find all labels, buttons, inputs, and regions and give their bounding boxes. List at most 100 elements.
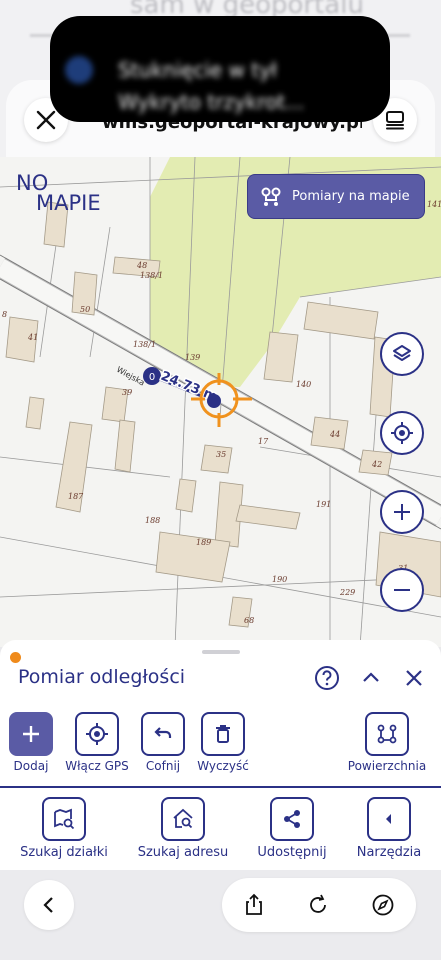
polygon-icon xyxy=(377,724,397,744)
parcel-number: 50 xyxy=(80,305,90,314)
minus-icon xyxy=(394,589,410,591)
parcel-number: 48 xyxy=(136,261,147,270)
close-icon xyxy=(406,670,422,686)
zoom-in-button[interactable] xyxy=(380,490,424,534)
browser-reload-button[interactable] xyxy=(304,891,332,919)
logo-line1: NO xyxy=(16,171,49,195)
nav-label: Szukaj adresu xyxy=(137,845,229,860)
browser-share-button[interactable] xyxy=(240,891,268,919)
browser-compass-button[interactable] xyxy=(369,891,397,919)
close-icon xyxy=(36,110,56,130)
search-address-button[interactable] xyxy=(161,797,205,841)
tools-icon xyxy=(386,814,391,824)
notification-overlay: Stuknięcie w tył Wykryto trzykrot... xyxy=(50,16,390,122)
undo-button[interactable] xyxy=(141,712,185,756)
parcel-number: 229 xyxy=(339,588,355,597)
chevron-up-icon xyxy=(363,672,379,682)
zoom-out-button[interactable] xyxy=(380,568,424,612)
help-button[interactable] xyxy=(313,664,341,692)
enable-gps-tool[interactable]: Włącz GPS xyxy=(62,712,132,773)
sheet-grabber[interactable] xyxy=(202,650,240,654)
notification-icon xyxy=(65,56,93,84)
nav-search-parcel[interactable]: Szukaj działki xyxy=(14,797,114,860)
nav-label: Udostępnij xyxy=(257,845,327,860)
close-sheet-button[interactable] xyxy=(400,664,428,692)
parcel-number: 188 xyxy=(145,516,160,525)
route-points-icon xyxy=(261,187,281,206)
browser-top-area: sam w geoportalu wms.geoportal-krajowy.p… xyxy=(0,0,441,160)
parcel-number: 189 xyxy=(196,538,211,547)
enable-gps-button[interactable] xyxy=(75,712,119,756)
parcel-number: 8 xyxy=(2,310,7,319)
address-search-icon xyxy=(173,808,193,829)
compass-icon xyxy=(372,894,394,916)
gps-icon xyxy=(86,723,108,745)
street-label: Wiejska xyxy=(115,365,146,388)
browser-back-button[interactable] xyxy=(24,880,74,930)
layers-icon xyxy=(393,345,411,361)
share-icon xyxy=(284,810,300,828)
plus-icon xyxy=(23,726,39,742)
parcel-number: 191 xyxy=(316,500,331,509)
parcel-number: 140 xyxy=(296,380,311,389)
help-icon xyxy=(315,666,339,690)
parcel-number: 35 xyxy=(216,450,226,459)
reader-mode-icon xyxy=(386,111,404,130)
share-box-icon xyxy=(246,893,262,915)
area-button[interactable] xyxy=(365,712,409,756)
collapse-button[interactable] xyxy=(357,664,385,692)
search-parcel-button[interactable] xyxy=(42,797,86,841)
add-point-tool[interactable]: Dodaj xyxy=(8,712,54,773)
no-mapie-logo: NO MAPIE xyxy=(16,171,101,215)
tool-label: Cofnij xyxy=(145,759,181,773)
tool-label: Dodaj xyxy=(13,759,49,773)
area-tool[interactable]: Powierzchnia xyxy=(344,712,430,773)
chevron-left-icon xyxy=(43,897,53,913)
nav-tools[interactable]: Narzędzia xyxy=(350,797,428,860)
reload-icon xyxy=(310,894,326,913)
browser-toolbar xyxy=(0,870,441,960)
parcel-number: 138/1 xyxy=(140,271,163,280)
parcel-number: 190 xyxy=(272,575,287,584)
undo-tool[interactable]: Cofnij xyxy=(140,712,186,773)
clear-button[interactable] xyxy=(201,712,245,756)
status-dot xyxy=(10,652,21,663)
nav-search-address[interactable]: Szukaj adresu xyxy=(133,797,233,860)
notification-title: Stuknięcie w tył xyxy=(118,58,277,82)
sheet-title: Pomiar odległości xyxy=(18,666,186,688)
parcel-number: 68 xyxy=(244,616,254,625)
measurements-on-map-button[interactable]: Pomiary na mapie xyxy=(247,174,425,219)
tools-button[interactable] xyxy=(367,797,411,841)
layers-button[interactable] xyxy=(380,332,424,376)
measurements-on-map-label: Pomiary na mapie xyxy=(292,189,410,204)
parcel-number: 39 xyxy=(122,388,132,397)
trash-icon xyxy=(216,725,230,743)
nav-share[interactable]: Udostępnij xyxy=(250,797,334,860)
my-location-button[interactable] xyxy=(380,411,424,455)
point-index-label: 0 xyxy=(149,372,155,383)
parcel-number: 187 xyxy=(68,492,84,501)
plus-icon xyxy=(394,504,410,520)
measurement-sheet: Pomiar odległości Dodaj Włącz GPS Cofnij… xyxy=(0,640,441,788)
add-point-button[interactable] xyxy=(9,712,53,756)
app-navigation: Szukaj działki Szukaj adresu Udostępnij … xyxy=(0,788,441,870)
notification-body: Wykryto trzykrot... xyxy=(118,90,305,114)
parcel-number: 44 xyxy=(329,430,340,439)
nav-label: Narzędzia xyxy=(356,845,422,860)
map-canvas[interactable]: 48 138/1 50 41 138/1 139 140 39 17 44 42… xyxy=(0,157,441,647)
parcel-number: 138/1 xyxy=(133,340,156,349)
undo-icon xyxy=(154,727,172,738)
logo-line2: MAPIE xyxy=(36,191,101,215)
share-button[interactable] xyxy=(270,797,314,841)
nav-label: Szukaj działki xyxy=(20,845,108,860)
parcel-number: 141 xyxy=(427,200,441,209)
tool-label: Powierzchnia xyxy=(347,759,427,773)
parcel-search-icon xyxy=(54,808,75,830)
parcel-number: 41 xyxy=(27,333,38,342)
location-target-icon xyxy=(391,422,413,444)
browser-actions-pill xyxy=(222,878,416,932)
map-view[interactable]: 48 138/1 50 41 138/1 139 140 39 17 44 42… xyxy=(0,157,441,647)
parcel-number: 42 xyxy=(371,460,382,469)
tool-label: Wyczyść xyxy=(197,759,249,773)
clear-tool[interactable]: Wyczyść xyxy=(197,712,249,773)
